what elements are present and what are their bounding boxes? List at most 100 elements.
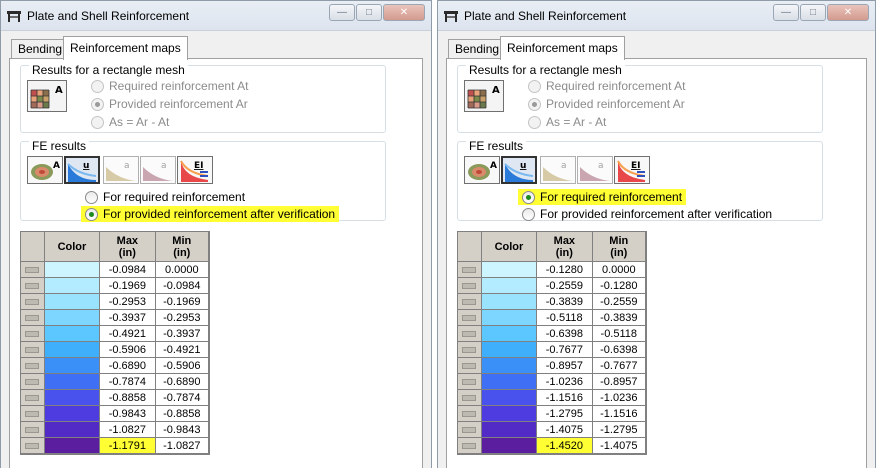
color-swatch[interactable] — [481, 438, 538, 454]
min-value-cell[interactable]: -1.1516 — [592, 406, 646, 422]
row-selector[interactable] — [21, 406, 45, 422]
max-value-cell[interactable]: -1.4520 — [537, 438, 593, 454]
fe-required-reinforcement-radio[interactable]: For required reinforcement — [81, 189, 249, 205]
color-swatch[interactable] — [481, 326, 538, 342]
max-value-cell[interactable]: -0.3937 — [100, 310, 156, 326]
min-value-cell[interactable]: -0.6890 — [155, 374, 209, 390]
max-value-cell[interactable]: -0.4921 — [100, 326, 156, 342]
table-row[interactable]: -0.4921 -0.3937 — [21, 326, 209, 342]
row-selector[interactable] — [458, 342, 482, 358]
close-button[interactable]: ✕ — [827, 4, 869, 21]
min-value-cell[interactable]: 0.0000 — [155, 262, 209, 278]
max-value-cell[interactable]: -0.7874 — [100, 374, 156, 390]
grid-corner-cell[interactable] — [458, 232, 482, 262]
table-row[interactable]: -0.7677 -0.6398 — [458, 342, 646, 358]
max-column-header[interactable]: Max (in) — [537, 232, 593, 262]
maximize-button[interactable]: □ — [800, 4, 826, 21]
min-value-cell[interactable]: -0.3937 — [155, 326, 209, 342]
color-swatch[interactable] — [44, 422, 101, 438]
color-column-header[interactable]: Color — [44, 232, 101, 262]
table-row[interactable]: -0.7874 -0.6890 — [21, 374, 209, 390]
rectangle-mesh-map-button[interactable]: A — [27, 80, 67, 112]
min-value-cell[interactable]: -0.9843 — [155, 422, 209, 438]
min-value-cell[interactable]: 0.0000 — [592, 262, 646, 278]
max-value-cell[interactable]: -0.6890 — [100, 358, 156, 374]
row-selector[interactable] — [458, 294, 482, 310]
fe-required-reinforcement-radio[interactable]: For required reinforcement — [518, 189, 687, 205]
row-selector[interactable] — [458, 326, 482, 342]
table-row[interactable]: -0.1969 -0.0984 — [21, 278, 209, 294]
min-value-cell[interactable]: -0.5118 — [592, 326, 646, 342]
max-value-cell[interactable]: -1.2795 — [537, 406, 593, 422]
table-row[interactable]: -0.5906 -0.4921 — [21, 342, 209, 358]
max-value-cell[interactable]: -0.1280 — [537, 262, 593, 278]
row-selector[interactable] — [458, 374, 482, 390]
max-value-cell[interactable]: -0.2953 — [100, 294, 156, 310]
disabled-map-button[interactable]: a — [577, 156, 613, 184]
table-row[interactable]: -0.3937 -0.2953 — [21, 310, 209, 326]
fe-map-button[interactable]: A — [464, 156, 500, 184]
table-row[interactable]: -0.5118 -0.3839 — [458, 310, 646, 326]
as-ar-minus-at-radio[interactable]: As = Ar - At — [91, 114, 169, 130]
table-row[interactable]: -1.4075 -1.2795 — [458, 422, 646, 438]
color-swatch[interactable] — [44, 390, 101, 406]
min-value-cell[interactable]: -0.2953 — [155, 310, 209, 326]
min-value-cell[interactable]: -1.2795 — [592, 422, 646, 438]
min-column-header[interactable]: Min (in) — [592, 232, 646, 262]
min-value-cell[interactable]: -0.7677 — [592, 358, 646, 374]
min-value-cell[interactable]: -0.1969 — [155, 294, 209, 310]
max-value-cell[interactable]: -1.0827 — [100, 422, 156, 438]
table-row[interactable]: -1.1516 -1.0236 — [458, 390, 646, 406]
title-bar[interactable]: Plate and Shell Reinforcement — □ ✕ — [1, 1, 431, 31]
provided-reinforcement-ar-radio[interactable]: Provided reinforcement Ar — [528, 96, 685, 112]
max-value-cell[interactable]: -1.1516 — [537, 390, 593, 406]
table-row[interactable]: -1.1791 -1.0827 — [21, 438, 209, 454]
max-column-header[interactable]: Max (in) — [100, 232, 156, 262]
row-selector[interactable] — [21, 310, 45, 326]
disabled-map-button[interactable]: a — [540, 156, 576, 184]
tab-bending[interactable]: Bending — [11, 39, 70, 59]
color-swatch[interactable] — [481, 422, 538, 438]
displacement-map-button[interactable]: u — [64, 156, 100, 184]
maximize-button[interactable]: □ — [356, 4, 382, 21]
color-swatch[interactable] — [44, 438, 101, 454]
provided-reinforcement-ar-radio[interactable]: Provided reinforcement Ar — [91, 96, 248, 112]
min-column-header[interactable]: Min (in) — [155, 232, 209, 262]
table-row[interactable]: -0.6398 -0.5118 — [458, 326, 646, 342]
row-selector[interactable] — [21, 262, 45, 278]
color-swatch[interactable] — [481, 342, 538, 358]
max-value-cell[interactable]: -0.5906 — [100, 342, 156, 358]
row-selector[interactable] — [458, 390, 482, 406]
row-selector[interactable] — [458, 406, 482, 422]
row-selector[interactable] — [21, 326, 45, 342]
max-value-cell[interactable]: -0.8957 — [537, 358, 593, 374]
row-selector[interactable] — [21, 438, 45, 454]
row-selector[interactable] — [458, 262, 482, 278]
max-value-cell[interactable]: -1.4075 — [537, 422, 593, 438]
color-swatch[interactable] — [481, 278, 538, 294]
stiffness-map-button[interactable]: EI — [177, 156, 213, 184]
max-value-cell[interactable]: -1.1791 — [100, 438, 156, 454]
row-selector[interactable] — [458, 310, 482, 326]
color-swatch[interactable] — [44, 310, 101, 326]
row-selector[interactable] — [21, 342, 45, 358]
table-row[interactable]: -1.4520 -1.4075 — [458, 438, 646, 454]
disabled-map-button[interactable]: a — [103, 156, 139, 184]
minimize-button[interactable]: — — [773, 4, 799, 21]
disabled-map-button[interactable]: a — [140, 156, 176, 184]
grid-corner-cell[interactable] — [21, 232, 45, 262]
table-row[interactable]: -1.0827 -0.9843 — [21, 422, 209, 438]
min-value-cell[interactable]: -0.2559 — [592, 294, 646, 310]
color-swatch[interactable] — [481, 406, 538, 422]
max-value-cell[interactable]: -0.5118 — [537, 310, 593, 326]
table-row[interactable]: -0.3839 -0.2559 — [458, 294, 646, 310]
row-selector[interactable] — [21, 278, 45, 294]
row-selector[interactable] — [21, 422, 45, 438]
color-swatch[interactable] — [44, 374, 101, 390]
row-selector[interactable] — [21, 390, 45, 406]
min-value-cell[interactable]: -1.4075 — [592, 438, 646, 454]
min-value-cell[interactable]: -0.0984 — [155, 278, 209, 294]
table-row[interactable]: -0.2559 -0.1280 — [458, 278, 646, 294]
max-value-cell[interactable]: -0.1969 — [100, 278, 156, 294]
tab-reinforcement-maps[interactable]: Reinforcement maps — [500, 36, 625, 60]
